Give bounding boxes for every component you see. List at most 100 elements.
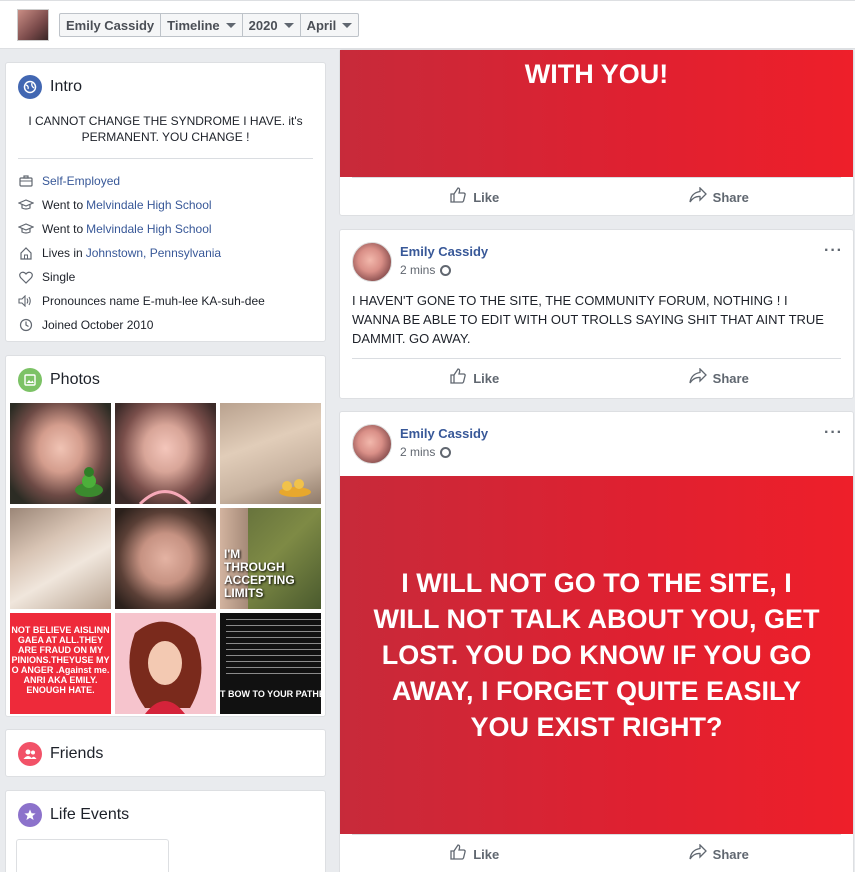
city-link[interactable]: Johnstown, Pennsylvania xyxy=(86,246,221,260)
share-label: Share xyxy=(712,371,749,386)
like-button[interactable]: Like xyxy=(352,835,597,872)
intro-card: Intro I CANNOT CHANGE THE SYNDROME I HAV… xyxy=(5,62,326,342)
share-label: Share xyxy=(712,847,749,862)
year-crumb-label: 2020 xyxy=(248,17,278,33)
photo-caption: NOT BELIEVE AISLINN GAEA AT ALL.THEY ARE… xyxy=(11,625,110,695)
share-icon xyxy=(689,843,707,865)
photo-thumbnail[interactable]: T BOW TO YOUR PATHET xyxy=(220,613,321,714)
graduation-cap-icon xyxy=(18,197,34,213)
profile-avatar[interactable] xyxy=(17,9,49,41)
post-image-text: WITH YOU! xyxy=(524,59,669,89)
life-events-card: Life Events xyxy=(5,790,326,872)
school-link[interactable]: Melvindale High School xyxy=(86,198,211,212)
post-image-text: I WILL NOT GO TO THE SITE, I WILL NOT TA… xyxy=(373,568,820,742)
month-crumb[interactable]: April xyxy=(301,14,359,36)
photos-title[interactable]: Photos xyxy=(50,371,100,389)
globe-icon xyxy=(18,75,42,99)
author-name[interactable]: Emily Cassidy xyxy=(400,426,488,441)
intro-work: Self-Employed xyxy=(6,169,325,193)
author-avatar[interactable] xyxy=(352,424,392,464)
briefcase-icon xyxy=(18,173,34,189)
share-icon xyxy=(689,367,707,389)
share-button[interactable]: Share xyxy=(597,178,842,217)
like-button[interactable]: Like xyxy=(352,359,597,398)
post: WITH YOU! Like Share xyxy=(339,49,854,216)
intro-title: Intro xyxy=(50,78,83,95)
photo-thumbnail[interactable] xyxy=(10,508,111,609)
school-link[interactable]: Melvindale High School xyxy=(86,222,211,236)
timeline-navbar: Emily Cassidy Timeline 2020 April xyxy=(0,0,855,49)
friends-card: Friends xyxy=(5,729,326,777)
speaker-icon xyxy=(18,293,34,309)
share-button[interactable]: Share xyxy=(597,835,842,872)
friends-icon xyxy=(18,742,42,766)
photo-thumbnail[interactable] xyxy=(115,613,216,714)
heart-icon xyxy=(18,269,34,285)
author-avatar[interactable] xyxy=(352,242,392,282)
chevron-down-icon xyxy=(225,22,236,28)
post: Emily Cassidy 2 mins ··· I HAVEN'T GONE … xyxy=(339,229,854,399)
post-text: I HAVEN'T GONE TO THE SITE, THE COMMUNIT… xyxy=(352,293,824,346)
life-events-title[interactable]: Life Events xyxy=(50,806,129,824)
year-crumb[interactable]: 2020 xyxy=(243,14,301,36)
clock-icon xyxy=(18,317,34,333)
photo-thumbnail[interactable] xyxy=(115,508,216,609)
friends-title[interactable]: Friends xyxy=(50,745,103,763)
intro-pronunciation: Pronounces name E-muh-lee KA-suh-dee xyxy=(6,289,325,313)
thumbs-up-icon xyxy=(449,843,467,866)
timeline-breadcrumb: Emily Cassidy Timeline 2020 April xyxy=(59,13,360,37)
photo-thumbnail[interactable] xyxy=(10,403,111,504)
profile-name-crumb[interactable]: Emily Cassidy xyxy=(60,14,162,36)
profile-name-label: Emily Cassidy xyxy=(66,17,155,33)
home-icon xyxy=(18,245,34,261)
intro-lives-in: Lives in Johnstown, Pennsylvania xyxy=(6,241,325,265)
lives-prefix: Lives in xyxy=(42,246,83,260)
photo-thumbnail[interactable]: I'M THROUGH ACCEPTING LIMITS xyxy=(220,508,321,609)
divider xyxy=(18,158,313,159)
intro-bio: I CANNOT CHANGE THE SYNDROME I HAVE. it'… xyxy=(28,114,303,144)
timeline-crumb-label: Timeline xyxy=(167,17,220,33)
chevron-down-icon xyxy=(342,22,353,28)
post-actions: Like Share xyxy=(352,358,841,398)
globe-icon xyxy=(440,446,452,458)
life-event-thumbnail[interactable] xyxy=(16,839,169,872)
post: Emily Cassidy 2 mins ··· I WILL NOT GO T… xyxy=(339,411,854,872)
chevron-down-icon xyxy=(283,22,294,28)
pronunciation-text: Pronounces name E-muh-lee KA-suh-dee xyxy=(42,294,265,308)
like-label: Like xyxy=(473,371,500,386)
education-prefix: Went to xyxy=(42,198,84,212)
photos-icon xyxy=(18,368,42,392)
intro-joined: Joined October 2010 xyxy=(6,313,325,337)
post-image[interactable]: I WILL NOT GO TO THE SITE, I WILL NOT TA… xyxy=(340,476,853,834)
like-label: Like xyxy=(473,190,500,205)
author-name[interactable]: Emily Cassidy xyxy=(400,244,488,259)
intro-education-2: Went to Melvindale High School xyxy=(6,217,325,241)
thumbs-up-icon xyxy=(449,367,467,390)
joined-date: Joined October 2010 xyxy=(42,318,154,332)
post-timestamp[interactable]: 2 mins xyxy=(400,445,435,459)
photo-caption: I'M THROUGH ACCEPTING LIMITS xyxy=(224,547,295,600)
timeline-crumb[interactable]: Timeline xyxy=(161,14,243,36)
star-icon xyxy=(18,803,42,827)
photo-grid: I'M THROUGH ACCEPTING LIMITS NOT BELIEVE… xyxy=(10,403,323,714)
photo-thumbnail[interactable] xyxy=(220,403,321,504)
like-button[interactable]: Like xyxy=(352,178,597,217)
more-options-icon[interactable]: ··· xyxy=(824,424,843,442)
intro-relationship: Single xyxy=(6,265,325,289)
photo-thumbnail[interactable] xyxy=(115,403,216,504)
more-options-icon[interactable]: ··· xyxy=(824,242,843,260)
intro-education-1: Went to Melvindale High School xyxy=(6,193,325,217)
relationship-status: Single xyxy=(42,270,76,284)
photo-thumbnail[interactable]: NOT BELIEVE AISLINN GAEA AT ALL.THEY ARE… xyxy=(10,613,111,714)
post-image[interactable]: WITH YOU! xyxy=(340,50,853,177)
post-timestamp[interactable]: 2 mins xyxy=(400,263,435,277)
photos-card: Photos I'M THROUGH ACCEPTING LIMITS NOT … xyxy=(5,355,326,717)
education-prefix: Went to xyxy=(42,222,84,236)
work-link[interactable]: Self-Employed xyxy=(42,174,120,188)
share-icon xyxy=(689,186,707,208)
like-label: Like xyxy=(473,847,500,862)
share-button[interactable]: Share xyxy=(597,359,842,398)
post-actions: Like Share xyxy=(352,177,841,217)
graduation-cap-icon xyxy=(18,221,34,237)
post-actions: Like Share xyxy=(352,834,841,872)
